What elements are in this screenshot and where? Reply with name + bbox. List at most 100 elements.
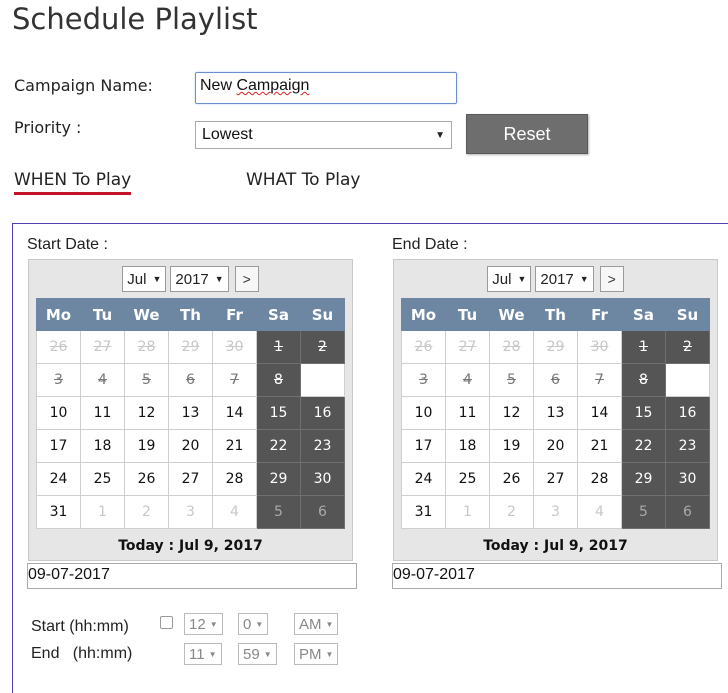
- day-cell[interactable]: 28: [577, 462, 622, 496]
- day-cell[interactable]: 29: [621, 462, 666, 496]
- day-cell: 4: [80, 363, 125, 397]
- day-cell: 26: [401, 330, 446, 364]
- ampm-value: PM: [299, 645, 322, 663]
- day-cell[interactable]: 28: [212, 462, 257, 496]
- time-enable-checkbox[interactable]: [160, 616, 173, 629]
- day-cell[interactable]: 30: [665, 462, 710, 496]
- day-cell[interactable]: 16: [665, 396, 710, 430]
- day-cell[interactable]: 4: [577, 495, 622, 529]
- hour-value: 11: [189, 645, 205, 663]
- weekday-header-row: Mo Tu We Th Fr Sa Su: [36, 298, 345, 331]
- day-cell[interactable]: 20: [168, 429, 213, 463]
- day-cell[interactable]: 10: [36, 396, 81, 430]
- day-cell[interactable]: 26: [124, 462, 169, 496]
- day-cell[interactable]: 1: [445, 495, 490, 529]
- today-label[interactable]: Today : Jul 9, 2017: [394, 538, 717, 554]
- day-cell[interactable]: 12: [124, 396, 169, 430]
- tab-what-to-play[interactable]: WHAT To Play: [246, 170, 360, 190]
- day-cell[interactable]: 1: [80, 495, 125, 529]
- day-cell[interactable]: 31: [401, 495, 446, 529]
- day-cell[interactable]: 23: [300, 429, 345, 463]
- day-cell[interactable]: 22: [256, 429, 301, 463]
- day-cell[interactable]: 24: [401, 462, 446, 496]
- campaign-name-input[interactable]: New Campaign: [195, 72, 457, 104]
- minute-value: 0: [243, 615, 252, 633]
- priority-value: Lowest: [202, 126, 253, 143]
- day-cell[interactable]: 17: [36, 429, 81, 463]
- start-hour-select[interactable]: 12 ▼: [184, 613, 223, 635]
- day-cell[interactable]: 24: [36, 462, 81, 496]
- day-cell[interactable]: 13: [168, 396, 213, 430]
- day-cell[interactable]: 11: [445, 396, 490, 430]
- page-title: Schedule Playlist: [12, 2, 258, 36]
- day-cell[interactable]: 15: [256, 396, 301, 430]
- day-cell[interactable]: 16: [300, 396, 345, 430]
- day-cell[interactable]: 21: [577, 429, 622, 463]
- day-cell: 1: [256, 330, 301, 364]
- chevron-down-icon: ▼: [263, 649, 272, 659]
- tab-when-to-play[interactable]: WHEN To Play: [14, 170, 132, 195]
- week-row: 3 4 5 6 7 8: [401, 363, 710, 397]
- day-cell[interactable]: 4: [212, 495, 257, 529]
- start-month-select[interactable]: Jul ▼: [122, 266, 167, 292]
- start-year-select[interactable]: 2017 ▼: [170, 266, 229, 292]
- day-cell[interactable]: 20: [533, 429, 578, 463]
- day-cell[interactable]: 22: [621, 429, 666, 463]
- end-month-select[interactable]: Jul ▼: [487, 266, 532, 292]
- start-ampm-select[interactable]: AM ▼: [294, 613, 339, 635]
- day-cell[interactable]: 19: [124, 429, 169, 463]
- day-cell[interactable]: 31: [36, 495, 81, 529]
- end-date-input[interactable]: 09-07-2017: [392, 563, 722, 589]
- day-cell[interactable]: 14: [212, 396, 257, 430]
- day-cell[interactable]: 18: [445, 429, 490, 463]
- next-month-button[interactable]: >: [234, 266, 259, 292]
- end-year-select[interactable]: 2017 ▼: [535, 266, 594, 292]
- day-cell[interactable]: 5: [256, 495, 301, 529]
- day-cell[interactable]: 23: [665, 429, 710, 463]
- weekday-we: We: [124, 298, 169, 331]
- day-cell[interactable]: 19: [489, 429, 534, 463]
- year-value: 2017: [175, 270, 209, 288]
- day-cell[interactable]: 14: [577, 396, 622, 430]
- end-minute-select[interactable]: 59 ▼: [238, 643, 277, 665]
- next-month-button[interactable]: >: [599, 266, 624, 292]
- day-cell: 5: [124, 363, 169, 397]
- day-cell[interactable]: 10: [401, 396, 446, 430]
- day-cell[interactable]: 6: [665, 495, 710, 529]
- calendar-grid: Mo Tu We Th Fr Sa Su 26 27 28 29 30 1 2 …: [36, 298, 345, 529]
- day-cell-today[interactable]: [300, 363, 345, 397]
- day-cell[interactable]: 29: [256, 462, 301, 496]
- day-cell[interactable]: 3: [168, 495, 213, 529]
- day-cell[interactable]: 27: [533, 462, 578, 496]
- day-cell[interactable]: 15: [621, 396, 666, 430]
- day-cell[interactable]: 17: [401, 429, 446, 463]
- end-hour-select[interactable]: 11 ▼: [184, 643, 222, 665]
- day-cell[interactable]: 21: [212, 429, 257, 463]
- weekday-sa: Sa: [256, 298, 301, 331]
- day-cell[interactable]: 11: [80, 396, 125, 430]
- day-cell[interactable]: 2: [124, 495, 169, 529]
- day-cell-today[interactable]: [665, 363, 710, 397]
- day-cell[interactable]: 18: [80, 429, 125, 463]
- day-cell: 28: [124, 330, 169, 364]
- reset-button[interactable]: Reset: [466, 114, 588, 154]
- day-cell[interactable]: 3: [533, 495, 578, 529]
- day-cell[interactable]: 12: [489, 396, 534, 430]
- day-cell: 3: [401, 363, 446, 397]
- day-cell[interactable]: 2: [489, 495, 534, 529]
- day-cell[interactable]: 5: [621, 495, 666, 529]
- start-date-input[interactable]: 09-07-2017: [27, 563, 357, 589]
- day-cell[interactable]: 27: [168, 462, 213, 496]
- day-cell[interactable]: 13: [533, 396, 578, 430]
- end-ampm-select[interactable]: PM ▼: [294, 643, 339, 665]
- day-cell[interactable]: 25: [80, 462, 125, 496]
- day-cell[interactable]: 26: [489, 462, 534, 496]
- day-cell[interactable]: 6: [300, 495, 345, 529]
- today-label[interactable]: Today : Jul 9, 2017: [29, 538, 352, 554]
- start-minute-select[interactable]: 0 ▼: [238, 613, 269, 635]
- priority-select[interactable]: Lowest ▼: [195, 121, 452, 149]
- day-cell[interactable]: 25: [445, 462, 490, 496]
- day-cell[interactable]: 30: [300, 462, 345, 496]
- day-cell: 8: [621, 363, 666, 397]
- chevron-down-icon: ▼: [325, 619, 334, 629]
